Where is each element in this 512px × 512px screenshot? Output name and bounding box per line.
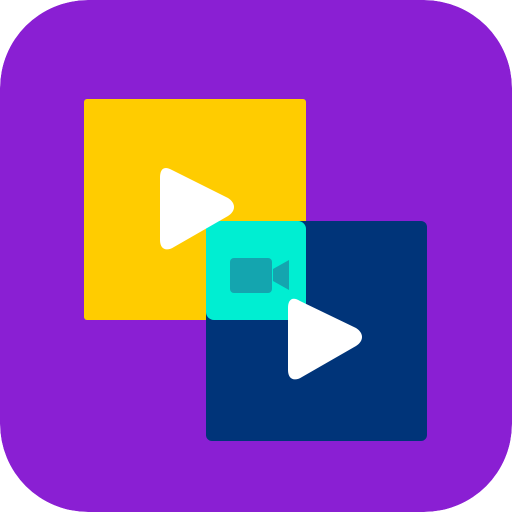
app-icon-artwork <box>0 0 512 512</box>
app-icon[interactable] <box>0 0 512 512</box>
